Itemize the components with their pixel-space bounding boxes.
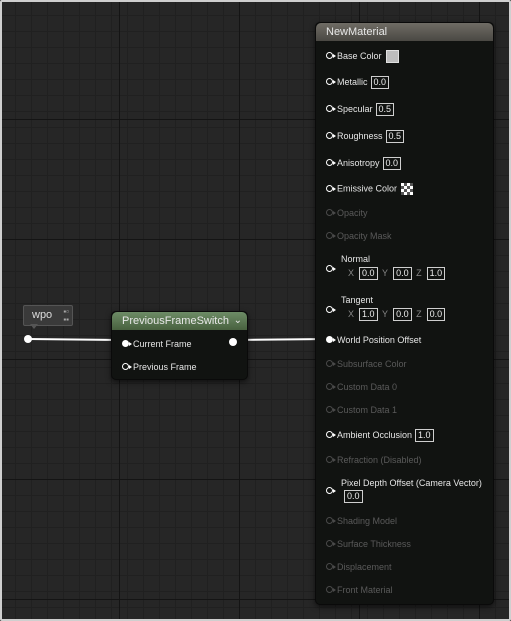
refraction-pin: Refraction (Disabled) [326, 455, 422, 465]
pixel-depth-offset-label: Pixel Depth Offset (Camera Vector) [341, 478, 482, 488]
pin-connected-icon [122, 340, 132, 348]
previous-frame-switch-node[interactable]: PreviousFrameSwitch ⌄ Current Frame Prev… [111, 311, 248, 380]
metallic-value[interactable]: 0.0 [370, 76, 390, 89]
tangent-z-value[interactable]: 0.0 [426, 308, 446, 321]
roughness-pin[interactable]: Roughness 0.5 [326, 130, 405, 143]
emissive-color-swatch[interactable] [401, 183, 414, 195]
tangent-vector: X 1.0 Y 0.0 Z 0.0 [346, 308, 446, 321]
normal-x-value[interactable]: 0.0 [359, 267, 378, 280]
pin-icon [326, 52, 336, 59]
reroute-pointer [30, 324, 38, 329]
pin-icon [326, 265, 336, 273]
switch-output-pin[interactable] [229, 338, 237, 346]
tangent-pin[interactable] [326, 305, 337, 315]
reroute-options-icon: ▪▫ ▪▪ [63, 307, 69, 324]
pin-icon [326, 487, 336, 495]
reroute-label: wpo [32, 309, 53, 321]
pin-icon [326, 78, 336, 86]
emissive-color-pin[interactable]: Emissive Color [326, 183, 414, 195]
pixel-depth-offset-row: 0.0 [341, 490, 363, 503]
switch-node-title: PreviousFrameSwitch [122, 315, 229, 327]
pin-icon [326, 232, 336, 240]
normal-z-value[interactable]: 1.0 [426, 267, 446, 280]
roughness-value[interactable]: 0.5 [385, 130, 405, 143]
switch-node-header[interactable]: PreviousFrameSwitch ⌄ [112, 312, 247, 330]
pin-icon [326, 184, 336, 192]
shading-model-pin: Shading Model [326, 516, 397, 526]
pin-icon [326, 209, 336, 217]
tangent-label: Tangent [341, 295, 374, 305]
new-material-node[interactable]: NewMaterial Base Color Metallic 0.0 Specu… [315, 22, 494, 605]
specular-value[interactable]: 0.5 [375, 103, 395, 116]
pin-icon [326, 406, 336, 414]
pin-icon [326, 563, 336, 571]
surface-thickness-pin: Surface Thickness [326, 539, 411, 549]
pin-icon [326, 132, 336, 140]
reroute-output-pin[interactable] [24, 335, 32, 343]
pin-icon [326, 360, 336, 368]
ambient-occlusion-pin[interactable]: Ambient Occlusion 1.0 [326, 429, 434, 442]
normal-y-value[interactable]: 0.0 [393, 267, 412, 280]
pin-icon [122, 363, 132, 371]
pin-icon [326, 306, 336, 314]
material-node-title: NewMaterial [326, 26, 388, 38]
pin-icon [326, 159, 336, 167]
opacity-pin: Opacity [326, 208, 368, 218]
metallic-pin[interactable]: Metallic 0.0 [326, 76, 390, 89]
pin-icon [326, 383, 336, 391]
pin-connected-icon [326, 336, 336, 344]
chevron-down-icon[interactable]: ⌄ [234, 312, 242, 330]
front-material-pin: Front Material [326, 585, 393, 595]
pin-icon [326, 517, 336, 525]
world-position-offset-pin[interactable]: World Position Offset [326, 335, 421, 345]
previous-frame-pin[interactable]: Previous Frame [122, 362, 197, 372]
pixel-depth-offset-value[interactable]: 0.0 [344, 490, 363, 503]
pin-icon [326, 105, 336, 113]
material-graph-canvas[interactable]: wpo ▪▫ ▪▪ PreviousFrameSwitch ⌄ Current F… [0, 0, 511, 621]
material-node-header[interactable]: NewMaterial [316, 23, 493, 41]
pin-icon [326, 431, 336, 439]
pin-icon [326, 586, 336, 594]
base-color-swatch[interactable] [385, 50, 399, 63]
specular-pin[interactable]: Specular 0.5 [326, 103, 395, 116]
tangent-x-value[interactable]: 1.0 [359, 308, 378, 321]
displacement-pin: Displacement [326, 562, 392, 572]
pixel-depth-offset-pin[interactable] [326, 486, 337, 496]
normal-pin[interactable] [326, 264, 337, 274]
reroute-node[interactable]: wpo ▪▫ ▪▪ [23, 305, 73, 326]
normal-vector: X 0.0 Y 0.0 Z 1.0 [346, 267, 446, 280]
anisotropy-value[interactable]: 0.0 [382, 157, 402, 170]
normal-label: Normal [341, 254, 371, 264]
custom-data-0-pin: Custom Data 0 [326, 382, 397, 392]
ambient-occlusion-value[interactable]: 1.0 [415, 429, 434, 442]
opacity-mask-pin: Opacity Mask [326, 231, 392, 241]
anisotropy-pin[interactable]: Anisotropy 0.0 [326, 157, 402, 170]
pin-icon [326, 456, 336, 464]
custom-data-1-pin: Custom Data 1 [326, 405, 397, 415]
subsurface-color-pin: Subsurface Color [326, 359, 407, 369]
tangent-y-value[interactable]: 0.0 [393, 308, 412, 321]
current-frame-pin[interactable]: Current Frame [122, 339, 192, 349]
base-color-pin[interactable]: Base Color [326, 50, 399, 63]
pin-icon [326, 540, 336, 548]
